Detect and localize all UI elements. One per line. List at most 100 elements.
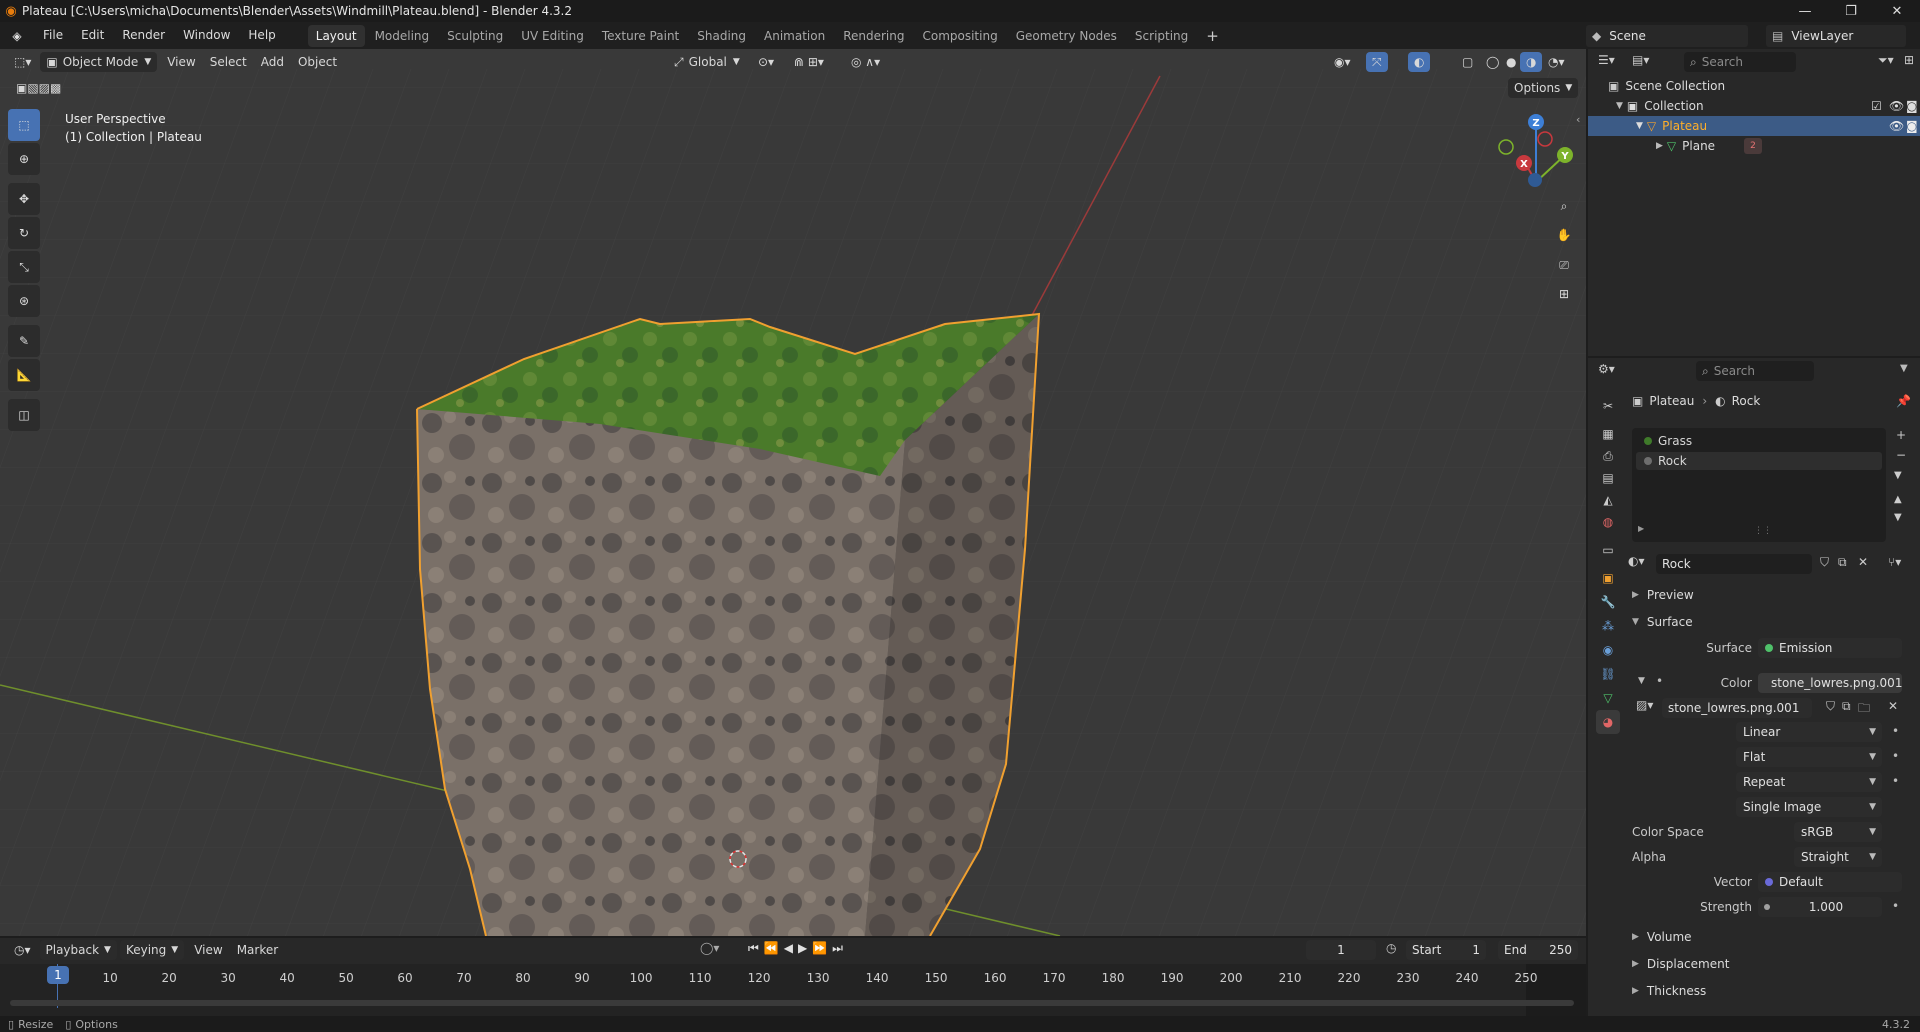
preview-section[interactable]: ▶ Preview (1632, 584, 1912, 606)
move-up-icon[interactable]: ▲ (1894, 494, 1902, 505)
outliner-row-plateau[interactable]: ▼ ▽ Plateau 👁 ◙ (1588, 116, 1920, 136)
rotate-tool[interactable]: ↻ (8, 217, 40, 249)
volume-section[interactable]: ▶ Volume (1632, 926, 1912, 948)
menu-timeline-view[interactable]: View (187, 943, 229, 957)
maximize-icon[interactable]: ❐ (1828, 0, 1874, 22)
playhead-frame-badge[interactable]: 1 (47, 966, 69, 984)
snap-icon[interactable]: ⋒ ⊞▾ (788, 52, 830, 72)
gizmo-toggle-icon[interactable]: ⤧ (1366, 52, 1388, 72)
outliner-row-scene-collection[interactable]: ▣ Scene Collection (1588, 76, 1920, 96)
pan-hand-icon[interactable]: ✋ (1551, 222, 1577, 248)
particles-tab-icon[interactable]: ⁂ (1596, 614, 1620, 638)
eye-icon[interactable]: 👁 (1889, 119, 1904, 133)
editor-type-icon[interactable]: ⬚▾ (8, 52, 37, 72)
material-browse-icon[interactable]: ◐▾ (1628, 554, 1645, 568)
eye-icon[interactable]: 👁 (1889, 99, 1904, 113)
current-frame-field[interactable]: 1 (1306, 940, 1376, 960)
display-mode-icon[interactable]: ▤▾ (1632, 53, 1649, 67)
options-button[interactable]: Options ▼ (1508, 78, 1579, 98)
resize-handle-icon[interactable]: ⋮⋮ (1754, 526, 1772, 536)
pivot-point-icon[interactable]: ⊙▾ (752, 52, 780, 72)
world-tab-icon[interactable]: ◍ (1596, 510, 1620, 534)
menu-file[interactable]: File (34, 22, 72, 49)
image-name-field[interactable]: stone_lowres.png.001 (1662, 698, 1812, 718)
menu-marker[interactable]: Marker (230, 943, 285, 957)
new-collection-icon[interactable]: ⊞ (1904, 53, 1914, 67)
chevron-down-icon[interactable]: ▼ (1616, 101, 1623, 111)
outliner-row-plane[interactable]: ▶ ▽ Plane 2 (1588, 136, 1920, 156)
mode-selector[interactable]: ▣ Object Mode ▼ (40, 52, 158, 72)
menu-edit[interactable]: Edit (72, 22, 113, 49)
collapse-sidebar-icon[interactable]: ‹ (1576, 113, 1580, 126)
3d-viewport[interactable]: Z Y X ⬚▾ ▣ Object Mode ▼ View Select Add… (0, 49, 1586, 936)
move-down-icon[interactable]: ▼ (1894, 512, 1902, 523)
physics-tab-icon[interactable]: ◉ (1596, 638, 1620, 662)
cursor-tool[interactable]: ⊕ (8, 143, 40, 175)
unlink-icon[interactable]: ✕ (1888, 699, 1898, 713)
transform-tool[interactable]: ⊛ (8, 285, 40, 317)
projection-dropdown[interactable]: Flat ▼ (1736, 747, 1882, 767)
end-frame-field[interactable]: End 250 (1498, 940, 1578, 960)
blender-menu-icon[interactable]: ◈ (0, 29, 34, 43)
filter-icon[interactable]: ⏷▾ (1878, 53, 1894, 68)
material-badge-icon[interactable]: 2 (1744, 138, 1762, 154)
node-link-icon[interactable]: ⑂▾ (1888, 555, 1901, 569)
menu-window[interactable]: Window (174, 22, 239, 49)
camera-icon[interactable]: ◙ (1906, 99, 1918, 113)
expand-icon[interactable]: ▶ (1638, 524, 1644, 533)
output-tab-icon[interactable]: ⎙ (1596, 444, 1620, 468)
menu-view[interactable]: View (160, 55, 202, 69)
scene-selector[interactable]: ◆ Scene (1586, 25, 1748, 47)
displacement-section[interactable]: ▶ Displacement (1632, 953, 1912, 975)
material-slot-rock[interactable]: Rock (1636, 452, 1882, 470)
visibility-icon[interactable]: ◉▾ (1328, 52, 1357, 72)
view-layer-selector[interactable]: ▤ ViewLayer (1766, 25, 1906, 47)
outliner-row-collection[interactable]: ▼ ▣ Collection ☑ 👁 ◙ (1588, 96, 1920, 116)
scene-tab-icon[interactable]: ◭ (1596, 488, 1620, 512)
add-cube-tool[interactable]: ◫ (8, 399, 40, 431)
data-tab-icon[interactable]: ▽ (1596, 686, 1620, 710)
tab-compositing[interactable]: Compositing (914, 25, 1005, 47)
auto-keying-icon[interactable]: ◯▾ (700, 941, 719, 955)
playback-controls[interactable]: ⏮⏪◀▶⏩⏭ (748, 941, 848, 956)
viewport-scene[interactable]: Z Y X (0, 49, 1586, 936)
tab-shading[interactable]: Shading (689, 25, 754, 47)
chevron-down-icon[interactable]: ▼ (1636, 121, 1643, 131)
chevron-right-icon[interactable]: ▶ (1656, 141, 1663, 151)
tab-rendering[interactable]: Rendering (835, 25, 912, 47)
shading-rendered-icon[interactable]: ◔▾ (1542, 52, 1571, 72)
tab-animation[interactable]: Animation (756, 25, 833, 47)
menu-help[interactable]: Help (239, 22, 284, 49)
tab-texture-paint[interactable]: Texture Paint (594, 25, 687, 47)
object-tab-icon[interactable]: ▣ (1596, 566, 1620, 590)
camera-icon[interactable]: ◙ (1906, 119, 1918, 133)
tab-uv-editing[interactable]: UV Editing (513, 25, 592, 47)
slot-specials-icon[interactable]: ▼ (1894, 470, 1902, 481)
xray-icon[interactable]: ▢ (1456, 52, 1479, 72)
timeline-scrollbar[interactable] (10, 1000, 1574, 1006)
unlink-icon[interactable]: ✕ (1858, 555, 1868, 569)
camera-view-icon[interactable]: ⎚ (1551, 252, 1577, 278)
annotate-tool[interactable]: ✎ (8, 325, 40, 357)
overlay-toggle-icon[interactable]: ◐ (1408, 52, 1431, 72)
strength-field[interactable]: 1.000 (1758, 897, 1882, 917)
keying-menu[interactable]: Keying ▼ (119, 940, 185, 960)
add-workspace-icon[interactable]: + (1198, 25, 1227, 47)
remove-slot-icon[interactable]: − (1896, 448, 1906, 462)
playback-menu[interactable]: Playback ▼ (39, 940, 117, 960)
outliner-search-field[interactable]: ⌕ Search (1684, 52, 1796, 72)
surface-shader-field[interactable]: Emission (1758, 638, 1902, 658)
grid-view-icon[interactable]: ⊞ (1551, 281, 1577, 307)
tool-tab-icon[interactable]: ✂ (1596, 394, 1620, 418)
close-icon[interactable]: ✕ (1874, 0, 1920, 22)
menu-object[interactable]: Object (291, 55, 344, 69)
transform-orientation[interactable]: ⤢ Global ▼ (668, 52, 746, 72)
modifier-tab-icon[interactable]: 🔧 (1596, 590, 1620, 614)
surface-section[interactable]: ▼ Surface (1632, 611, 1912, 633)
checkbox-icon[interactable]: ☑ (1871, 99, 1882, 113)
alpha-dropdown[interactable]: Straight ▼ (1794, 847, 1882, 867)
folder-icon[interactable]: 🗀 (1858, 699, 1870, 720)
chevron-down-icon[interactable]: ▼ (1900, 363, 1908, 374)
tab-geometry-nodes[interactable]: Geometry Nodes (1008, 25, 1125, 47)
color-space-dropdown[interactable]: sRGB ▼ (1794, 822, 1882, 842)
